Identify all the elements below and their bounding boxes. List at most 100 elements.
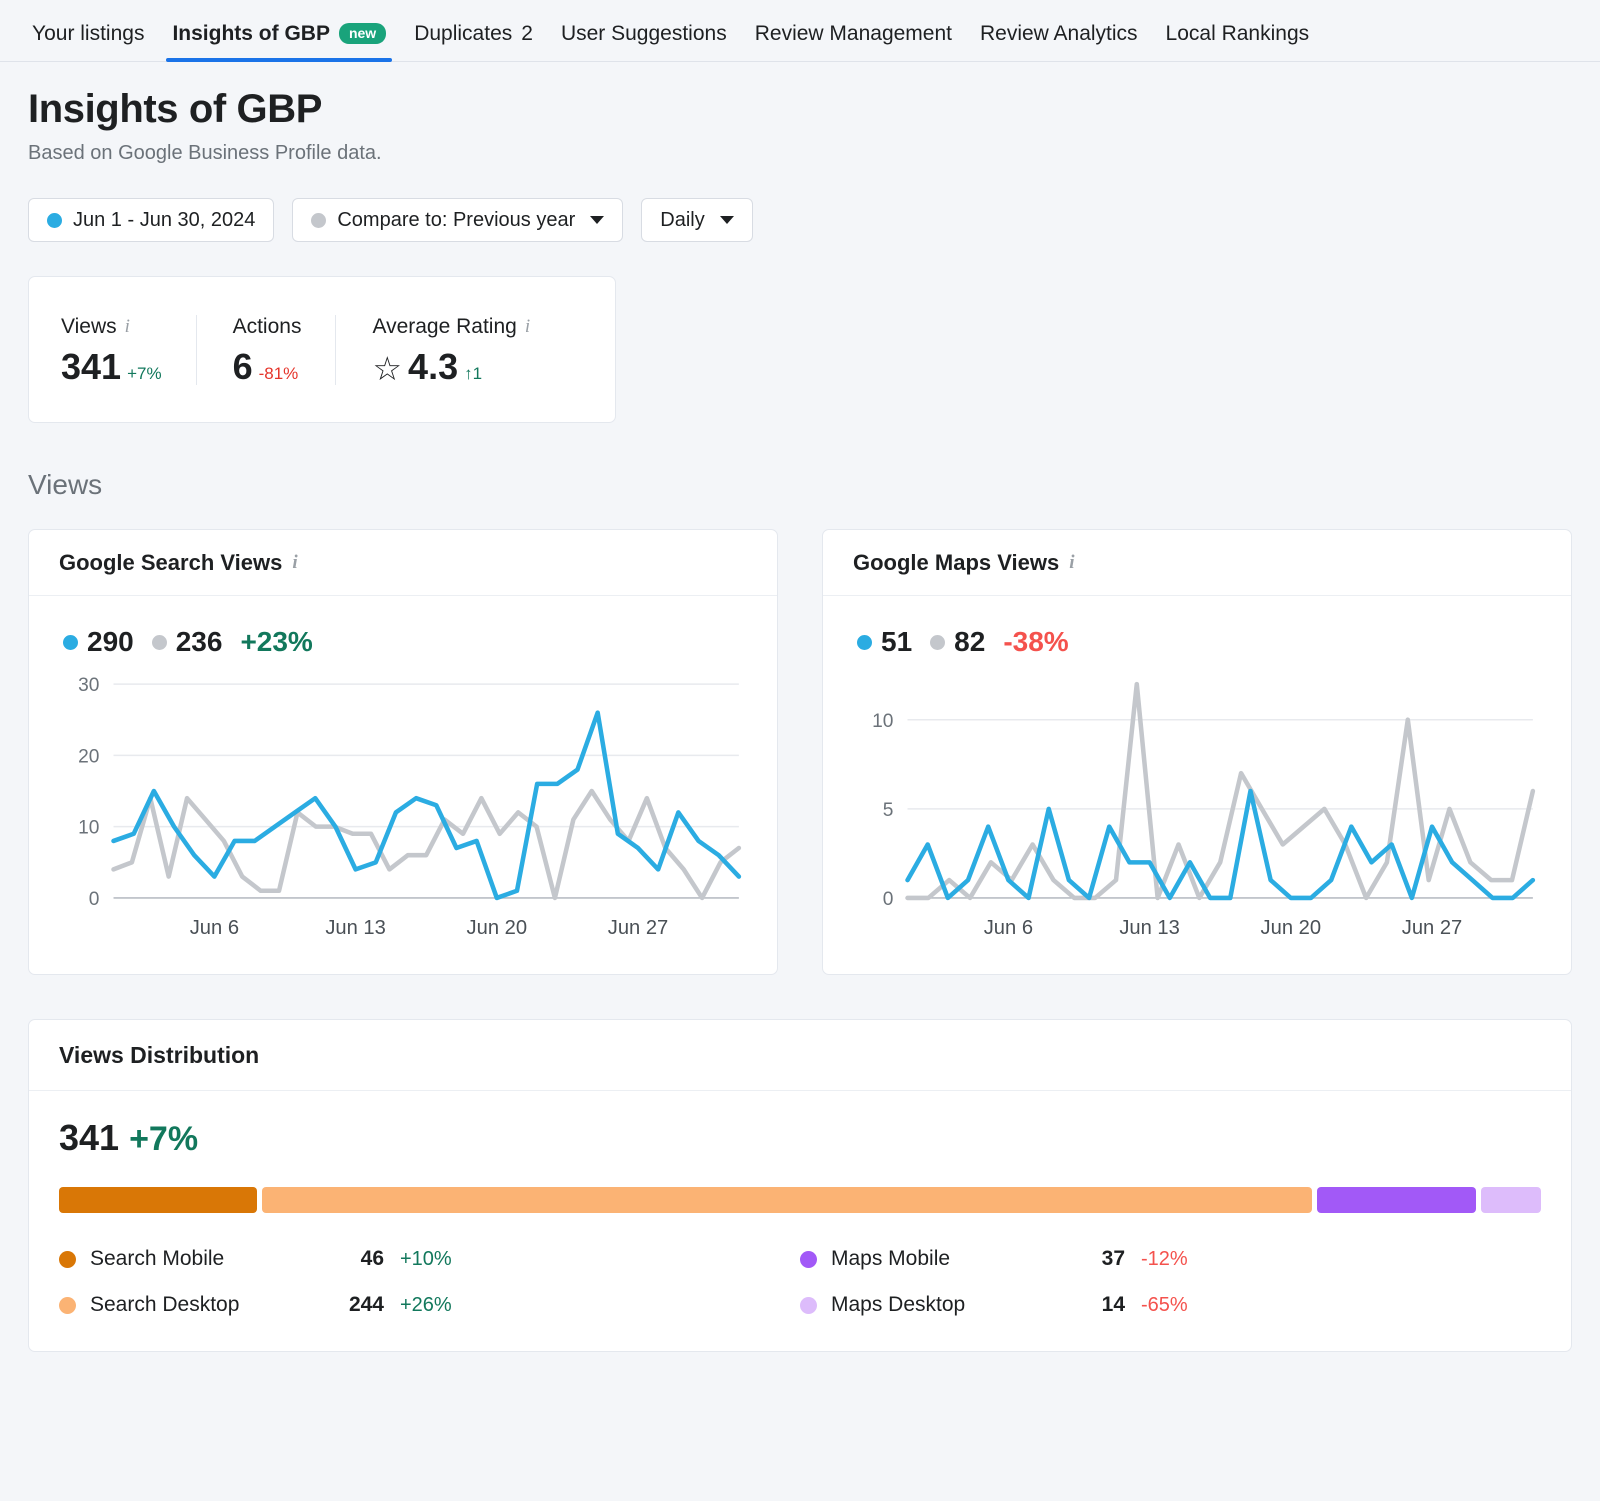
google-maps-views-card: Google Maps Views i 51 82 -38% 0 5 10 Jun 6… bbox=[822, 529, 1572, 976]
total-value: 341 bbox=[59, 1117, 120, 1159]
svg-text:Jun 27: Jun 27 bbox=[1402, 917, 1463, 939]
metric-actions-value-row: 6 -81% bbox=[232, 345, 302, 387]
metric-value: 6 bbox=[232, 345, 253, 387]
page-subtitle: Based on Google Business Profile data. bbox=[28, 142, 382, 164]
legend-label: Search Desktop bbox=[90, 1293, 240, 1317]
legend-previous: 82 bbox=[930, 626, 985, 658]
tab-review-analytics[interactable]: Review Analytics bbox=[966, 23, 1152, 61]
legend-value: 37 bbox=[1101, 1247, 1125, 1271]
svg-text:Jun 6: Jun 6 bbox=[190, 917, 239, 939]
legend-value: 244 bbox=[348, 1293, 384, 1317]
views-distribution-legend: Search Mobile 46 +10% Maps Mobile 37 -12… bbox=[59, 1247, 1541, 1317]
tab-your-listings[interactable]: Your listings bbox=[28, 23, 158, 61]
metric-delta: +7% bbox=[127, 363, 162, 383]
views-distribution-body: 341 +7% Search Mobile 46 +10% Maps Mobil… bbox=[29, 1091, 1571, 1351]
maps-mobile-color-dot-icon bbox=[800, 1250, 817, 1268]
legend-delta: -12% bbox=[1141, 1247, 1188, 1270]
tab-user-suggestions[interactable]: User Suggestions bbox=[547, 23, 741, 61]
total-change: +7% bbox=[129, 1120, 199, 1159]
views-distribution-title: Views Distribution bbox=[29, 1020, 1571, 1092]
page-header: Insights of GBP Based on Google Business… bbox=[0, 62, 1600, 165]
tab-label: Insights of GBP bbox=[172, 22, 330, 45]
metric-average-rating: Average Rating i ☆ 4.3 ↑1 bbox=[335, 314, 564, 387]
change-percent: -38% bbox=[1003, 626, 1069, 657]
svg-text:Jun 6: Jun 6 bbox=[984, 917, 1033, 939]
metric-delta: ↑1 bbox=[464, 363, 483, 383]
legend-item-search-desktop[interactable]: Search Desktop 244 +26% bbox=[59, 1293, 800, 1317]
previous-total: 82 bbox=[954, 626, 986, 657]
svg-text:0: 0 bbox=[89, 889, 100, 910]
tab-local-rankings[interactable]: Local Rankings bbox=[1152, 23, 1324, 61]
views-distribution-stacked-bar[interactable] bbox=[59, 1187, 1541, 1214]
info-icon[interactable]: i bbox=[525, 316, 530, 338]
current-total: 51 bbox=[881, 626, 913, 657]
metric-actions-label-row: Actions bbox=[233, 315, 302, 339]
current-period-dot-icon bbox=[63, 634, 78, 650]
star-outline-icon: ☆ bbox=[372, 349, 403, 387]
tab-label: Local Rankings bbox=[1165, 22, 1310, 45]
views-section-title: Views bbox=[28, 469, 103, 500]
legend-item-maps-desktop[interactable]: Maps Desktop 14 -65% bbox=[800, 1293, 1541, 1317]
tab-duplicates[interactable]: Duplicates 2 bbox=[400, 23, 547, 61]
svg-text:30: 30 bbox=[78, 675, 99, 696]
legend-label: Maps Mobile bbox=[831, 1247, 951, 1271]
legend-previous: 236 bbox=[151, 626, 223, 658]
previous-period-dot-icon bbox=[151, 634, 167, 650]
chevron-down-icon bbox=[719, 216, 734, 224]
legend-current: 290 bbox=[63, 626, 134, 658]
metric-actions: Actions 6 -81% bbox=[195, 314, 336, 387]
maps-desktop-color-dot-icon bbox=[800, 1296, 817, 1314]
distribution-segment-search-mobile[interactable] bbox=[59, 1187, 257, 1214]
tab-label: Review Management bbox=[754, 22, 952, 45]
views-distribution-card: Views Distribution 341 +7% Search Mobile… bbox=[28, 1019, 1572, 1353]
google-maps-views-legend: 51 82 -38% bbox=[857, 626, 1545, 658]
info-icon[interactable]: i bbox=[125, 316, 130, 338]
svg-text:10: 10 bbox=[872, 711, 893, 732]
google-maps-views-line-chart[interactable]: 0 5 10 Jun 6 Jun 13 Jun 20 Jun 27 bbox=[849, 672, 1545, 954]
summary-metrics-card: Views i 341 +7% Actions 6 -81% Average R… bbox=[28, 276, 616, 423]
distribution-segment-maps-desktop[interactable] bbox=[1480, 1187, 1541, 1214]
date-range-picker[interactable]: Jun 1 - Jun 30, 2024 bbox=[28, 198, 275, 242]
metric-label: Average Rating bbox=[372, 314, 517, 338]
views-distribution-wrapper: Views Distribution 341 +7% Search Mobile… bbox=[0, 975, 1600, 1353]
current-total: 290 bbox=[87, 626, 134, 657]
previous-total: 236 bbox=[175, 626, 223, 657]
legend-label: Search Mobile bbox=[90, 1247, 225, 1271]
distribution-segment-search-desktop[interactable] bbox=[261, 1187, 1312, 1214]
tab-label: Your listings bbox=[32, 22, 145, 45]
legend-label: Maps Desktop bbox=[831, 1293, 966, 1317]
tab-insights-of-gbp[interactable]: Insights of GBP new bbox=[158, 22, 400, 62]
info-icon[interactable]: i bbox=[292, 552, 297, 574]
compare-to-label: Compare to: Previous year bbox=[337, 208, 576, 231]
metric-value: 341 bbox=[61, 345, 122, 387]
svg-text:10: 10 bbox=[78, 818, 99, 839]
legend-item-search-mobile[interactable]: Search Mobile 46 +10% bbox=[59, 1247, 800, 1271]
metric-rating-label-row: Average Rating i bbox=[372, 315, 530, 339]
google-search-views-header: Google Search Views i bbox=[29, 530, 777, 596]
new-badge: new bbox=[338, 23, 387, 44]
distribution-segment-maps-mobile[interactable] bbox=[1316, 1187, 1476, 1214]
metric-views: Views i 341 +7% bbox=[61, 315, 196, 385]
search-mobile-color-dot-icon bbox=[59, 1250, 76, 1268]
legend-delta: -65% bbox=[1141, 1293, 1188, 1316]
metric-rating-value-row: ☆ 4.3 ↑1 bbox=[372, 348, 530, 387]
tab-review-management[interactable]: Review Management bbox=[741, 23, 966, 61]
google-search-views-line-chart[interactable]: 0 10 20 30 Jun 6 Jun 13 Jun 20 Jun 27 bbox=[55, 672, 751, 954]
change-percent: +23% bbox=[240, 626, 313, 657]
granularity-select[interactable]: Daily bbox=[641, 198, 753, 242]
legend-item-maps-mobile[interactable]: Maps Mobile 37 -12% bbox=[800, 1247, 1541, 1271]
metric-label: Actions bbox=[232, 314, 302, 338]
card-title: Google Search Views bbox=[59, 550, 283, 575]
legend-delta: +26% bbox=[400, 1293, 452, 1316]
tab-label: Duplicates bbox=[414, 22, 513, 45]
main-tab-bar: Your listings Insights of GBP new Duplic… bbox=[0, 0, 1600, 62]
google-search-views-legend: 290 236 +23% bbox=[63, 626, 751, 658]
tab-count-badge: 2 bbox=[521, 22, 533, 45]
svg-text:Jun 20: Jun 20 bbox=[1261, 917, 1322, 939]
current-period-dot-icon bbox=[857, 634, 872, 650]
svg-text:20: 20 bbox=[78, 746, 99, 767]
compare-to-select[interactable]: Compare to: Previous year bbox=[292, 198, 624, 242]
info-icon[interactable]: i bbox=[1069, 552, 1074, 574]
svg-text:Jun 13: Jun 13 bbox=[1119, 917, 1180, 939]
svg-text:0: 0 bbox=[883, 889, 894, 910]
